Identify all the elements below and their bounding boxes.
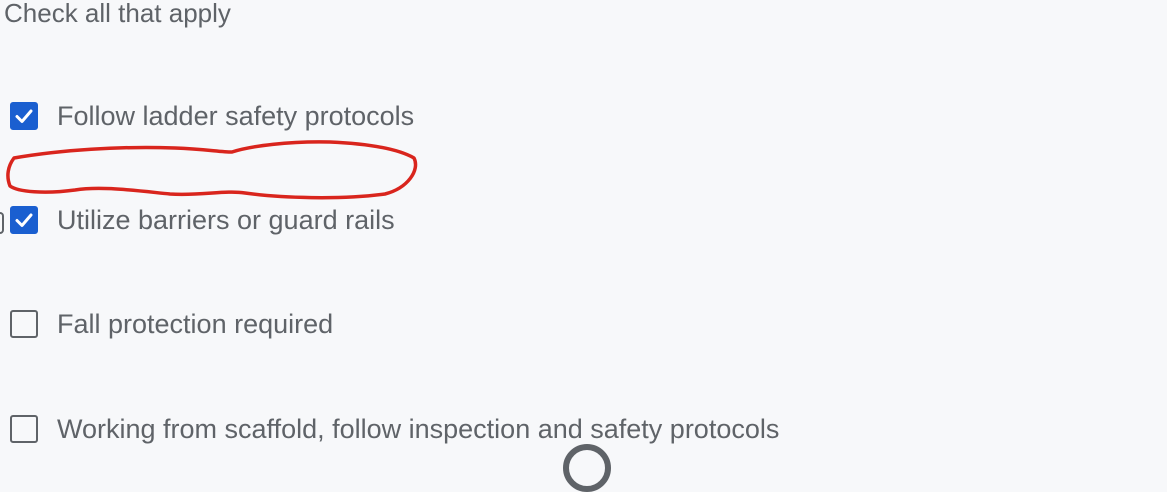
checkbox-unchecked[interactable] bbox=[10, 415, 38, 443]
option-fall-protection-required[interactable]: Fall protection required bbox=[10, 307, 333, 341]
option-label: Fall protection required bbox=[57, 309, 334, 339]
checkmark-icon bbox=[15, 109, 33, 123]
option-follow-ladder-safety-protocols[interactable]: Follow ladder safety protocols bbox=[10, 99, 414, 133]
instruction-text: Check all that apply bbox=[4, 0, 231, 28]
option-utilize-barriers-or-guard-rails[interactable]: Utilize barriers or guard rails bbox=[10, 203, 395, 237]
edge-partial-control bbox=[0, 212, 4, 234]
checkbox-checked[interactable] bbox=[10, 206, 38, 234]
checkmark-icon bbox=[15, 213, 33, 227]
checkbox-unchecked[interactable] bbox=[10, 310, 38, 338]
option-working-from-scaffold[interactable]: Working from scaffold, follow inspection… bbox=[10, 412, 779, 446]
option-label: Follow ladder safety protocols bbox=[57, 101, 415, 131]
partial-circle-control bbox=[563, 444, 611, 492]
option-label: Utilize barriers or guard rails bbox=[57, 205, 395, 235]
option-label: Working from scaffold, follow inspection… bbox=[57, 414, 780, 444]
checkbox-checked[interactable] bbox=[10, 102, 38, 130]
